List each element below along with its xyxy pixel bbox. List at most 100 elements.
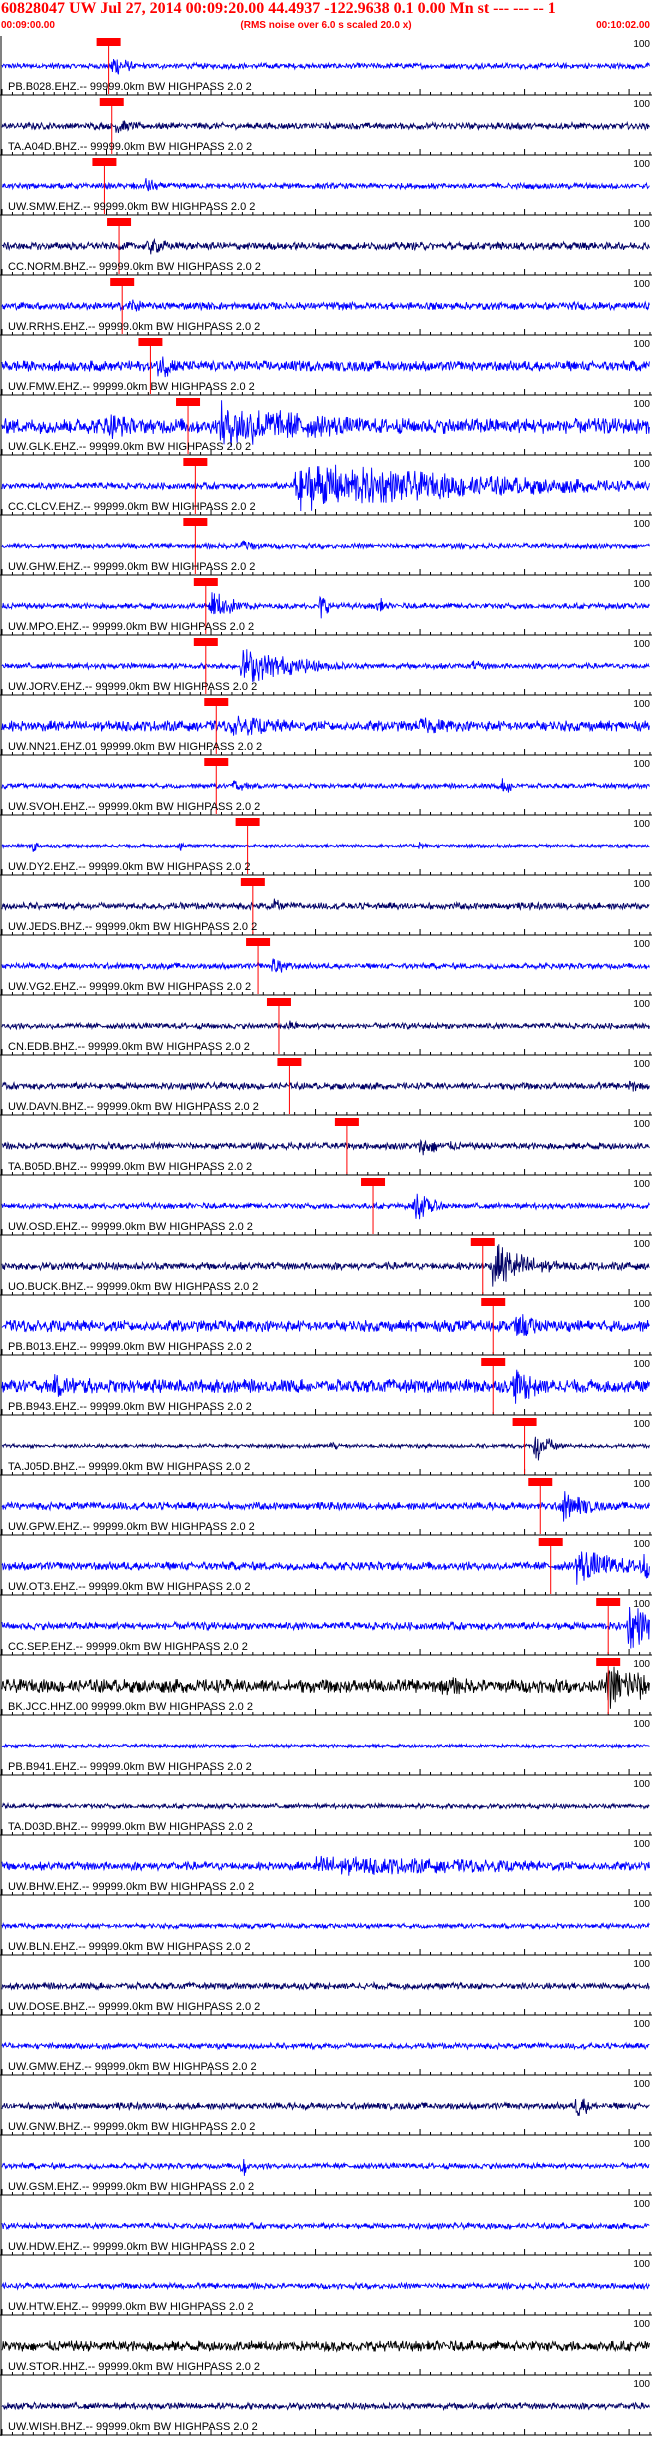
station-label: UW.GMW.EHZ.-- 99999.0km BW HIGHPASS 2.0 … bbox=[8, 2061, 257, 2073]
station-label: UW.OSD.EHZ.-- 99999.0km BW HIGHPASS 2.0 … bbox=[8, 1221, 253, 1233]
amplitude-scale-label: 100 bbox=[633, 939, 650, 950]
amplitude-scale-label: 100 bbox=[633, 699, 650, 710]
station-label: UW.JEDS.BHZ.-- 99999.0km BW HIGHPASS 2.0… bbox=[8, 921, 257, 933]
waveform bbox=[1, 1921, 650, 1931]
station-label: UW.NN21.EHZ.01 99999.0km BW HIGHPASS 2.0… bbox=[8, 741, 262, 753]
amplitude-scale-label: 100 bbox=[633, 1059, 650, 1070]
waveform bbox=[1, 1020, 650, 1031]
trace-row: 100 CN.EDB.BHZ.-- 99999.0km BW HIGHPASS 2… bbox=[0, 998, 652, 1056]
station-label: UW.STOR.HHZ.-- 99999.0km BW HIGHPASS 2.0… bbox=[8, 2361, 260, 2373]
trace-row: 100 UW.JEDS.BHZ.-- 99999.0km BW HIGHPASS … bbox=[0, 878, 652, 936]
pick-flag bbox=[240, 878, 265, 886]
pick-flag bbox=[92, 158, 117, 166]
waveform bbox=[1, 178, 650, 192]
amplitude-scale-label: 100 bbox=[633, 99, 650, 110]
trace-row: 100 UW.GMW.EHZ.-- 99999.0km BW HIGHPASS 2… bbox=[0, 2019, 652, 2076]
station-label: CN.EDB.BHZ.-- 99999.0km BW HIGHPASS 2.0 … bbox=[8, 1041, 250, 1053]
station-label: UW.GSM.EHZ.-- 99999.0km BW HIGHPASS 2.0 … bbox=[8, 2181, 254, 2193]
amplitude-scale-label: 100 bbox=[633, 399, 650, 410]
amplitude-scale-label: 100 bbox=[633, 1359, 650, 1370]
trace-row: 100 TA.J05D.BHZ.-- 99999.0km BW HIGHPASS … bbox=[0, 1418, 652, 1476]
pick-flag bbox=[193, 638, 218, 646]
station-label: PB.B943.EHZ.-- 99999.0km BW HIGHPASS 2.0… bbox=[8, 1401, 252, 1413]
amplitude-scale-label: 100 bbox=[633, 759, 650, 770]
trace-row: 100 UW.GLK.EHZ.-- 99999.0km BW HIGHPASS 2… bbox=[0, 398, 652, 456]
trace-row: 100 UW.MPO.EHZ.-- 99999.0km BW HIGHPASS 2… bbox=[0, 578, 652, 636]
trace-row: 100 UW.VG2.EHZ.-- 99999.0km BW HIGHPASS 2… bbox=[0, 938, 652, 996]
pick-flag bbox=[204, 758, 229, 766]
station-label: UO.BUCK.BHZ.-- 99999.0km BW HIGHPASS 2.0… bbox=[8, 1281, 258, 1293]
station-label: UW.HTW.EHZ.-- 99999.0km BW HIGHPASS 2.0 … bbox=[8, 2301, 254, 2313]
waveform bbox=[1, 2401, 650, 2412]
trace-row: 100 UW.FMW.EHZ.-- 99999.0km BW HIGHPASS 2… bbox=[0, 338, 652, 396]
pick-flag bbox=[538, 1538, 563, 1546]
station-label: TA.B05D.BHZ.-- 99999.0km BW HIGHPASS 2.0… bbox=[8, 1161, 252, 1173]
station-label: UW.DY2.EHZ.-- 99999.0km BW HIGHPASS 2.0 … bbox=[8, 861, 250, 873]
amplitude-scale-label: 100 bbox=[633, 459, 650, 470]
amplitude-scale-label: 100 bbox=[633, 519, 650, 530]
station-label: UW.OT3.EHZ.-- 99999.0km BW HIGHPASS 2.0 … bbox=[8, 1581, 250, 1593]
trace-row: 100 UW.GNW.BHZ.-- 99999.0km BW HIGHPASS 2… bbox=[0, 2079, 652, 2136]
station-label: TA.A04D.BHZ.-- 99999.0km BW HIGHPASS 2.0… bbox=[8, 141, 252, 153]
station-label: UW.SVOH.EHZ.-- 99999.0km BW HIGHPASS 2.0… bbox=[8, 801, 260, 813]
amplitude-scale-label: 100 bbox=[633, 1479, 650, 1490]
pick-flag bbox=[204, 698, 229, 706]
pick-flag bbox=[183, 458, 208, 466]
waveform bbox=[1, 2339, 650, 2353]
waveform bbox=[1, 2221, 650, 2231]
pick-flag bbox=[235, 818, 260, 826]
amplitude-scale-label: 100 bbox=[633, 1959, 650, 1970]
amplitude-scale-label: 100 bbox=[633, 1899, 650, 1910]
pick-flag bbox=[246, 938, 271, 946]
waveform bbox=[1, 898, 650, 912]
pick-flag bbox=[183, 518, 208, 526]
waveform bbox=[1, 1436, 650, 1461]
station-label: UW.SMW.EHZ.-- 99999.0km BW HIGHPASS 2.0 … bbox=[8, 201, 255, 213]
station-label: UW.FMW.EHZ.-- 99999.0km BW HIGHPASS 2.0 … bbox=[8, 381, 255, 393]
amplitude-scale-label: 100 bbox=[633, 219, 650, 230]
trace-row: 100 UW.GSM.EHZ.-- 99999.0km BW HIGHPASS 2… bbox=[0, 2139, 652, 2196]
pick-flag bbox=[334, 1118, 359, 1126]
trace-row: 100 UW.HDW.EHZ.-- 99999.0km BW HIGHPASS 2… bbox=[0, 2199, 652, 2256]
amplitude-scale-label: 100 bbox=[633, 1599, 650, 1610]
station-label: UW.WISH.BHZ.-- 99999.0km BW HIGHPASS 2.0… bbox=[8, 2421, 258, 2433]
waveform bbox=[1, 1314, 650, 1336]
event-title: 60828047 UW Jul 27, 2014 00:09:20.00 44.… bbox=[1, 0, 556, 17]
amplitude-scale-label: 100 bbox=[633, 159, 650, 170]
pick-flag bbox=[107, 218, 132, 226]
pick-flag bbox=[481, 1298, 506, 1306]
waveform bbox=[1, 540, 650, 551]
time-end-label: 00:10:02.00 bbox=[596, 20, 650, 31]
trace-row: 100 UO.BUCK.BHZ.-- 99999.0km BW HIGHPASS … bbox=[0, 1238, 652, 1296]
waveform bbox=[1, 1551, 650, 1585]
station-label: UW.HDW.EHZ.-- 99999.0km BW HIGHPASS 2.0 … bbox=[8, 2241, 255, 2253]
waveform bbox=[1, 958, 650, 973]
trace-row: 100 UW.DOSE.BHZ.-- 99999.0km BW HIGHPASS … bbox=[0, 1959, 652, 2016]
trace-row: 100 PB.B943.EHZ.-- 99999.0km BW HIGHPASS … bbox=[0, 1358, 652, 1416]
amplitude-scale-label: 100 bbox=[633, 2319, 650, 2330]
pick-flag bbox=[596, 1658, 621, 1666]
pick-flag bbox=[138, 338, 163, 346]
trace-row: 100 UW.HTW.EHZ.-- 99999.0km BW HIGHPASS 2… bbox=[0, 2259, 652, 2316]
trace-row: 100 UW.JORV.EHZ.-- 99999.0km BW HIGHPASS … bbox=[0, 638, 652, 696]
waveform bbox=[1, 400, 650, 447]
waveform bbox=[1, 592, 650, 619]
rms-noise-subtitle: (RMS noise over 6.0 s scaled 20.0 x) bbox=[240, 20, 412, 31]
waveform bbox=[1, 2281, 650, 2291]
waveform bbox=[1, 1980, 650, 1992]
trace-row: 100 UW.SVOH.EHZ.-- 99999.0km BW HIGHPASS … bbox=[0, 758, 652, 816]
waveform bbox=[1, 2098, 650, 2116]
amplitude-scale-label: 100 bbox=[633, 1539, 650, 1550]
trace-row: 100 UW.SMW.EHZ.-- 99999.0km BW HIGHPASS 2… bbox=[0, 158, 652, 216]
amplitude-scale-label: 100 bbox=[633, 2079, 650, 2090]
seismogram-plot: 100 PB.B028.EHZ.-- 99999.0km BW HIGHPASS … bbox=[0, 36, 652, 2436]
station-label: UW.MPO.EHZ.-- 99999.0km BW HIGHPASS 2.0 … bbox=[8, 621, 254, 633]
station-label: PB.B941.EHZ.-- 99999.0km BW HIGHPASS 2.0… bbox=[8, 1761, 252, 1773]
amplitude-scale-label: 100 bbox=[633, 1659, 650, 1670]
amplitude-scale-label: 100 bbox=[633, 879, 650, 890]
station-label: PB.B028.EHZ.-- 99999.0km BW HIGHPASS 2.0… bbox=[8, 81, 252, 93]
trace-row: 100 PB.B013.EHZ.-- 99999.0km BW HIGHPASS … bbox=[0, 1298, 652, 1356]
trace-row: 100 UW.OT3.EHZ.-- 99999.0km BW HIGHPASS 2… bbox=[0, 1538, 652, 1596]
waveform bbox=[1, 1742, 650, 1750]
waveform bbox=[1, 1369, 650, 1404]
